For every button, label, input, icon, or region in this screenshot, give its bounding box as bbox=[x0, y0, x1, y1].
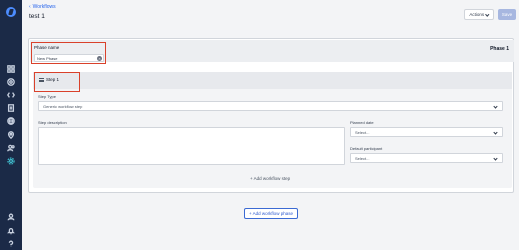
code-icon[interactable] bbox=[6, 90, 16, 100]
app-logo-icon[interactable] bbox=[6, 7, 16, 17]
globe-icon[interactable] bbox=[6, 116, 16, 126]
phase-name-value: New Phase bbox=[37, 55, 58, 61]
chevron-down-icon bbox=[493, 156, 498, 161]
chevron-left-icon: ‹ bbox=[29, 4, 31, 10]
step-description-label: Step description bbox=[38, 120, 67, 125]
step-type-value: Generic workflow step bbox=[43, 103, 83, 109]
chevron-down-icon bbox=[493, 130, 498, 135]
sidebar bbox=[0, 0, 22, 250]
phase-number: Phase 1 bbox=[490, 46, 509, 52]
planned-date-select[interactable]: Select... bbox=[350, 127, 503, 137]
documents-icon[interactable] bbox=[6, 103, 16, 113]
chevron-down-icon bbox=[485, 12, 490, 16]
settings-icon[interactable] bbox=[6, 156, 16, 166]
actions-dropdown-button[interactable]: Actions bbox=[464, 9, 494, 20]
help-icon[interactable] bbox=[6, 239, 16, 249]
location-icon[interactable] bbox=[6, 130, 16, 140]
save-button[interactable]: Save bbox=[498, 9, 516, 20]
step-header bbox=[33, 72, 512, 89]
planned-date-label: Planned date bbox=[350, 120, 374, 125]
step-type-label: Step Type bbox=[38, 94, 56, 99]
dashboard-icon[interactable] bbox=[6, 64, 16, 74]
user-profile-icon[interactable] bbox=[6, 212, 16, 222]
chevron-down-icon bbox=[493, 104, 498, 109]
target-icon[interactable] bbox=[6, 77, 16, 87]
breadcrumb-workflows-link[interactable]: Workflows bbox=[33, 4, 56, 10]
phase-name-label: Phase name bbox=[34, 45, 60, 50]
notifications-icon[interactable] bbox=[6, 226, 16, 236]
planned-date-placeholder: Select... bbox=[355, 129, 370, 135]
phase-name-input[interactable]: New Phase × bbox=[34, 54, 104, 62]
default-participant-label: Default participant bbox=[350, 146, 383, 151]
step-type-select[interactable]: Generic workflow step bbox=[38, 101, 503, 111]
default-participant-select[interactable]: Select... bbox=[350, 153, 503, 163]
step-title: Step 1 bbox=[46, 77, 60, 82]
step-description-textarea[interactable] bbox=[38, 127, 345, 165]
page-title: test 1 bbox=[29, 13, 45, 20]
step-highlight bbox=[34, 72, 80, 92]
actions-label: Actions bbox=[469, 12, 485, 17]
add-workflow-step-button[interactable]: + Add workflow step bbox=[250, 176, 290, 181]
users-icon[interactable] bbox=[6, 143, 16, 153]
drag-handle-icon[interactable] bbox=[39, 78, 44, 82]
breadcrumb[interactable]: ‹ Workflows bbox=[29, 4, 56, 10]
add-workflow-phase-button[interactable]: + Add workflow phase bbox=[244, 208, 298, 219]
clear-input-icon[interactable]: × bbox=[97, 56, 102, 61]
default-participant-placeholder: Select... bbox=[355, 155, 370, 161]
